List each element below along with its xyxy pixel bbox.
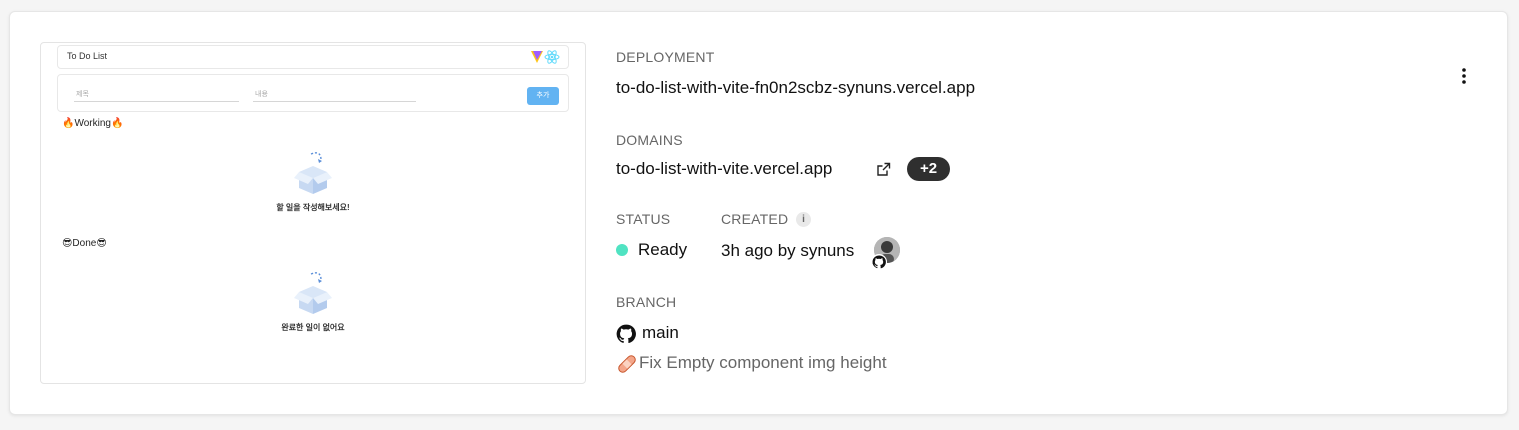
extra-domains-badge[interactable]: +2 (907, 157, 950, 181)
status-indicator (616, 244, 628, 256)
branch-name-link[interactable]: main (642, 323, 679, 343)
github-icon (616, 324, 636, 344)
preview-content-input: 내용 (253, 87, 416, 102)
preview-add-button: 추가 (527, 87, 559, 105)
deployment-label: DEPLOYMENT (616, 49, 715, 65)
empty-box-icon (294, 272, 332, 314)
commit-message-link[interactable]: Fix Empty component img height (639, 353, 887, 373)
preview-done-empty: 완료한 일이 없어요 (41, 270, 585, 333)
preview-title-input: 제목 (74, 87, 239, 102)
preview-working-empty: 할 일을 작성해보세요! (41, 150, 585, 213)
preview-working-heading: 🔥Working🔥 (62, 118, 124, 129)
github-icon (871, 254, 887, 270)
adhesive-bandage-icon (618, 355, 636, 373)
preview-title: To Do List (67, 51, 108, 61)
preview-todo-form: 제목 내용 추가 (57, 74, 569, 112)
status-value: Ready (638, 240, 688, 259)
created-label: CREATED (721, 211, 789, 227)
preview-working-empty-text: 할 일을 작성해보세요! (276, 203, 350, 212)
domains-label: DOMAINS (616, 132, 683, 148)
deployment-url-link[interactable]: to-do-list-with-vite-fn0n2scbz-synuns.ve… (616, 78, 975, 98)
deployment-card: To Do List 제목 내용 추가 🔥Working🔥 할 일을 작성해보세… (9, 11, 1508, 415)
empty-box-icon (294, 152, 332, 194)
preview-header: To Do List (57, 45, 569, 69)
vite-react-logos-icon (531, 50, 560, 64)
preview-content-placeholder: 내용 (255, 91, 268, 98)
external-link-icon[interactable] (876, 162, 891, 177)
branch-label: BRANCH (616, 294, 677, 310)
preview-done-empty-text: 완료한 일이 없어요 (281, 323, 345, 332)
info-icon[interactable]: i (796, 212, 811, 227)
status-label: STATUS (616, 211, 671, 227)
more-vertical-icon[interactable] (1456, 66, 1472, 86)
preview-title-placeholder: 제목 (76, 91, 89, 98)
preview-done-heading: 😎Done😎 (62, 238, 107, 249)
created-value: 3h ago by synuns (721, 241, 855, 260)
deployment-preview[interactable]: To Do List 제목 내용 추가 🔥Working🔥 할 일을 작성해보세… (40, 42, 586, 384)
domain-link[interactable]: to-do-list-with-vite.vercel.app (616, 159, 832, 179)
